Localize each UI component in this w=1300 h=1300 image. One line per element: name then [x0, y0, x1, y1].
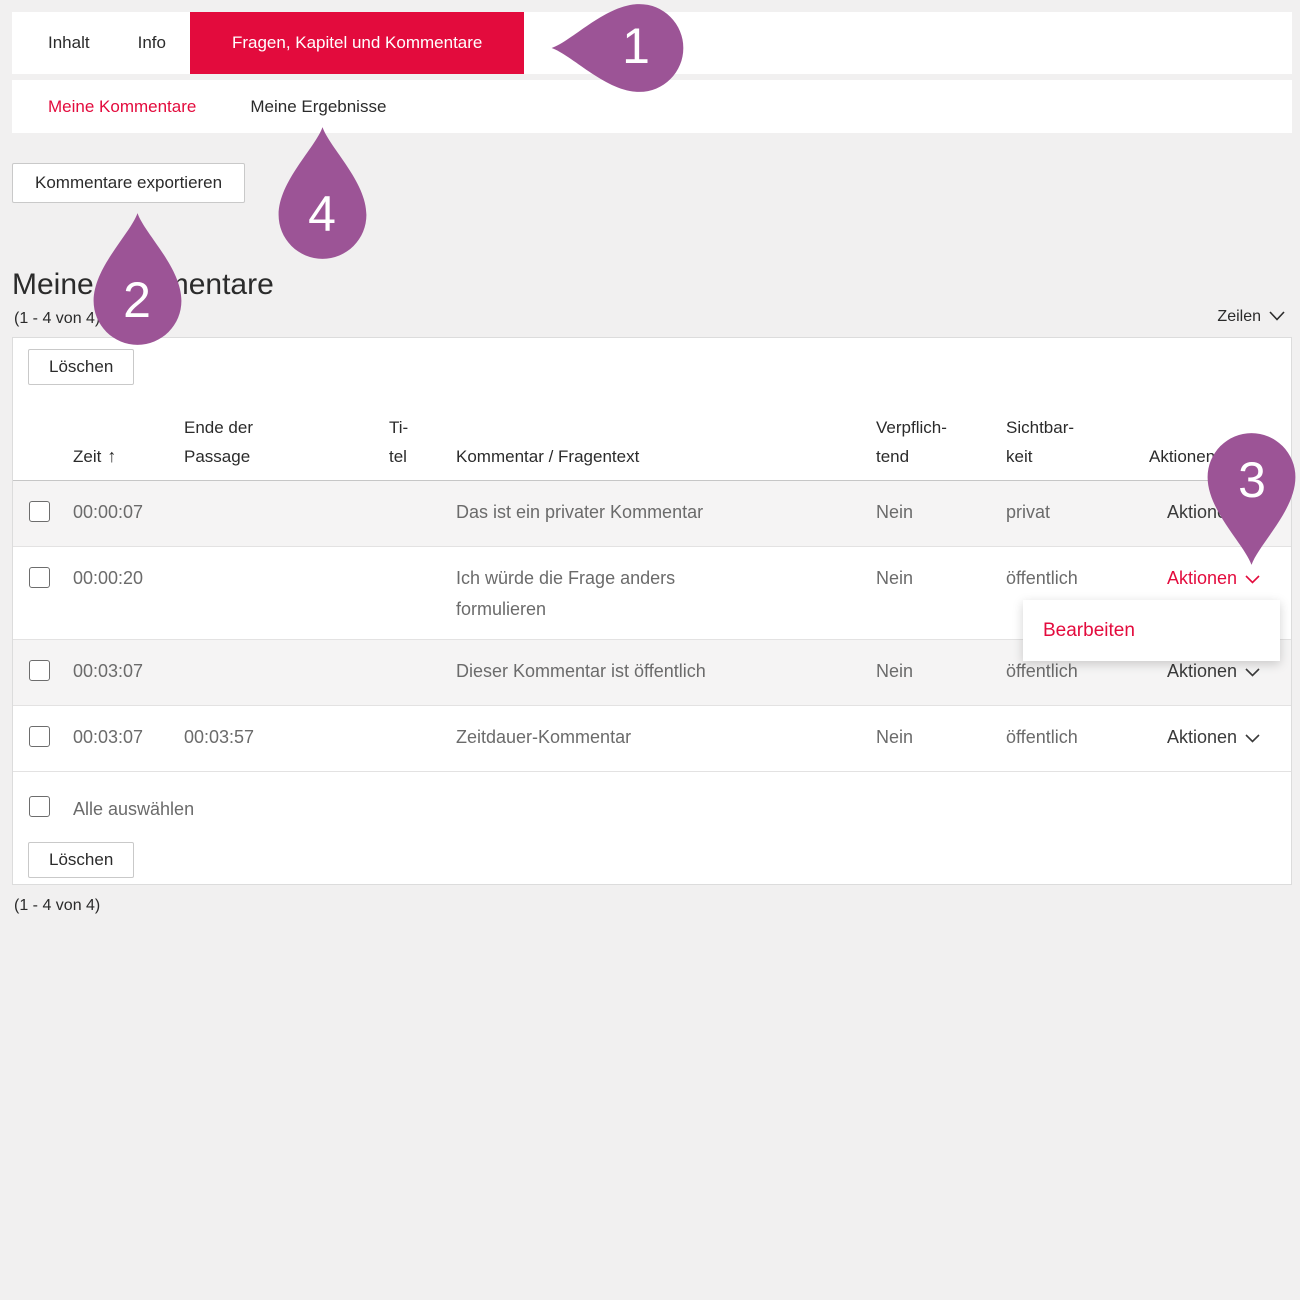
chevron-down-icon	[1269, 308, 1285, 326]
tab-inhalt[interactable]: Inhalt	[24, 12, 114, 74]
delete-selected-button-top[interactable]: Löschen	[28, 349, 134, 385]
actions-dropdown[interactable]: Aktionen	[1149, 497, 1291, 528]
cell-comment: Zeitdauer-Kommentar	[456, 722, 756, 753]
cell-time: 00:00:07	[73, 497, 184, 528]
column-header-time[interactable]: Zeit↑	[73, 413, 184, 471]
result-count-top: (1 - 4 von 4)	[14, 310, 100, 328]
cell-time: 00:00:20	[73, 563, 184, 594]
cell-passage-end: 00:03:57	[184, 722, 389, 753]
table-header-row: Zeit↑ Ende der Passage Ti- tel Kommentar…	[13, 396, 1291, 481]
cell-visibility: öffentlich	[1006, 563, 1149, 594]
column-header-mandatory: Verpflich- tend	[876, 413, 1006, 471]
cell-mandatory: Nein	[876, 563, 1006, 594]
actions-dropdown[interactable]: Aktionen	[1149, 722, 1291, 753]
column-header-passage-end: Ende der Passage	[184, 413, 389, 471]
cell-mandatory: Nein	[876, 722, 1006, 753]
row-checkbox[interactable]	[29, 501, 50, 522]
select-all-checkbox[interactable]	[29, 796, 50, 817]
cell-mandatory: Nein	[876, 656, 1006, 687]
chevron-down-icon	[1245, 722, 1260, 753]
cell-time: 00:03:07	[73, 656, 184, 687]
table-row: 00:00:07 Das ist ein privater Kommentar …	[13, 481, 1291, 547]
page-title: Meine Kommentare	[12, 268, 274, 302]
column-header-comment: Kommentar / Fragentext	[456, 442, 876, 471]
rows-dropdown-label: Zeilen	[1217, 308, 1261, 326]
row-checkbox[interactable]	[29, 726, 50, 747]
cell-mandatory: Nein	[876, 497, 1006, 528]
menu-item-bearbeiten[interactable]: Bearbeiten	[1023, 620, 1135, 642]
tab-info[interactable]: Info	[114, 12, 190, 74]
annotation-marker-4	[270, 125, 375, 263]
result-count-bottom: (1 - 4 von 4)	[14, 897, 100, 915]
export-comments-button[interactable]: Kommentare exportieren	[12, 163, 245, 203]
cell-comment: Dieser Kommentar ist öffentlich	[456, 656, 756, 687]
rows-dropdown[interactable]: Zeilen	[1217, 308, 1285, 326]
delete-selected-button-bottom[interactable]: Löschen	[28, 842, 134, 878]
sort-ascending-icon: ↑	[107, 446, 116, 466]
cell-time: 00:03:07	[73, 722, 184, 753]
select-all-label: Alle auswählen	[73, 794, 876, 825]
sub-tab-bar: Meine Kommentare Meine Ergebnisse	[12, 80, 1292, 133]
chevron-down-icon	[1245, 563, 1260, 594]
annotation-number-4: 4	[308, 189, 336, 239]
chevron-down-icon	[1245, 497, 1260, 528]
column-header-actions: Aktionen	[1149, 442, 1291, 471]
row-checkbox[interactable]	[29, 567, 50, 588]
subtab-meine-kommentare[interactable]: Meine Kommentare	[48, 97, 196, 117]
actions-dropdown-menu: Bearbeiten	[1023, 600, 1280, 661]
page: { "tabs": { "items": [ {"label": "Inhalt…	[0, 0, 1300, 1300]
primary-tab-bar: Inhalt Info Fragen, Kapitel und Kommenta…	[12, 12, 1292, 74]
cell-comment: Ich würde die Frage anders formulieren	[456, 563, 756, 625]
table-row: 00:03:07 00:03:57 Zeitdauer-Kommentar Ne…	[13, 706, 1291, 772]
cell-comment: Das ist ein privater Kommentar	[456, 497, 756, 528]
tab-fragen-kapitel-kommentare[interactable]: Fragen, Kapitel und Kommentare	[190, 12, 524, 74]
select-all-row: Alle auswählen	[13, 772, 1291, 833]
cell-visibility: privat	[1006, 497, 1149, 528]
subtab-meine-ergebnisse[interactable]: Meine Ergebnisse	[250, 97, 386, 117]
cell-visibility: öffentlich	[1006, 722, 1149, 753]
column-header-visibility: Sichtbar- keit	[1006, 413, 1149, 471]
column-header-title: Ti- tel	[389, 413, 456, 471]
actions-dropdown-open[interactable]: Aktionen	[1149, 563, 1291, 594]
row-checkbox[interactable]	[29, 660, 50, 681]
